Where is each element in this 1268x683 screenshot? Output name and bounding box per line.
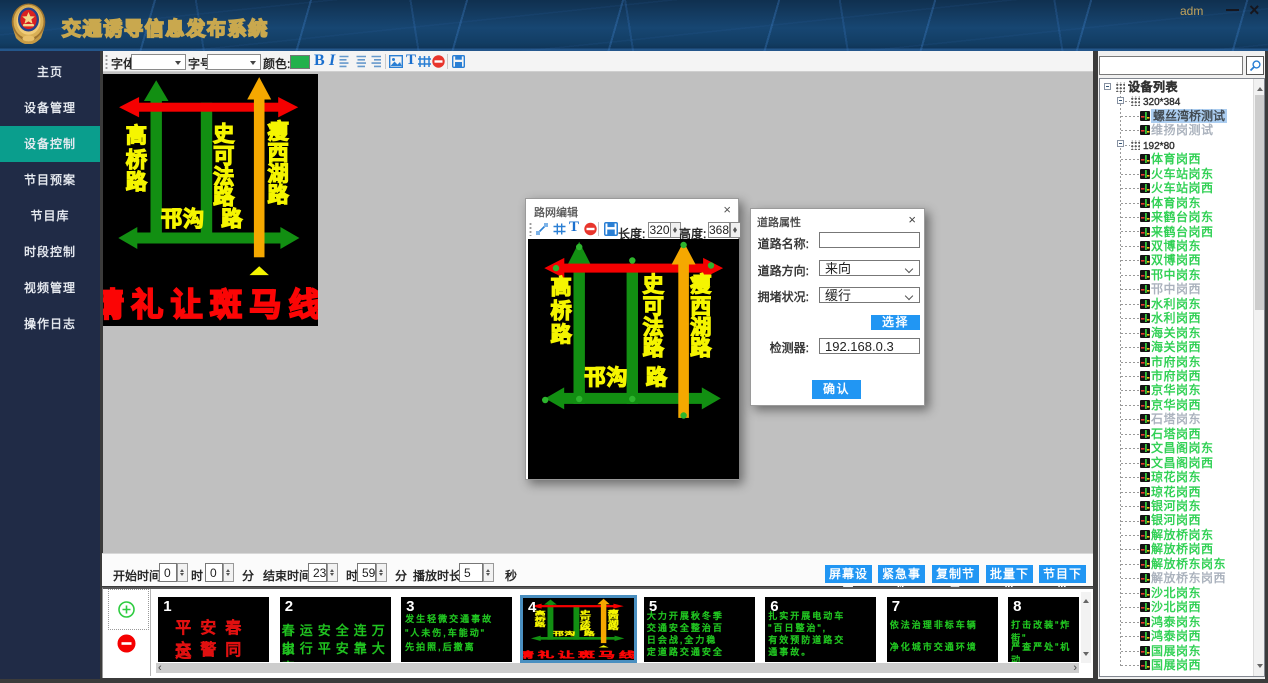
svg-text:高: 高 bbox=[126, 125, 147, 148]
svg-text:邗沟: 邗沟 bbox=[161, 208, 205, 231]
svg-text:路: 路 bbox=[535, 621, 546, 627]
svg-text:邗沟: 邗沟 bbox=[553, 630, 576, 636]
svg-text:西: 西 bbox=[268, 142, 289, 165]
svg-text:西: 西 bbox=[690, 295, 711, 318]
svg-text:路: 路 bbox=[268, 184, 289, 207]
svg-text:路: 路 bbox=[213, 186, 234, 209]
svg-text:路: 路 bbox=[221, 208, 242, 231]
svg-text:史: 史 bbox=[643, 274, 664, 297]
svg-text:路: 路 bbox=[608, 624, 619, 630]
svg-text:邗沟: 邗沟 bbox=[585, 367, 629, 390]
svg-text:瘦: 瘦 bbox=[690, 274, 711, 297]
svg-text:桥: 桥 bbox=[126, 149, 147, 172]
svg-text:史: 史 bbox=[213, 123, 234, 146]
svg-text:路: 路 bbox=[584, 630, 595, 636]
svg-text:路: 路 bbox=[643, 337, 664, 360]
svg-text:路: 路 bbox=[551, 323, 572, 346]
svg-text:高: 高 bbox=[551, 276, 572, 299]
svg-text:湖: 湖 bbox=[268, 163, 289, 186]
svg-text:瘦: 瘦 bbox=[268, 121, 289, 144]
svg-text:桥: 桥 bbox=[551, 300, 572, 323]
svg-text:高: 高 bbox=[535, 609, 546, 615]
svg-text:可: 可 bbox=[213, 145, 234, 168]
svg-text:请礼让斑马线: 请礼让斑马线 bbox=[103, 287, 318, 323]
svg-text:路: 路 bbox=[646, 367, 667, 390]
svg-text:请礼让斑马线: 请礼让斑马线 bbox=[523, 650, 634, 659]
svg-text:可: 可 bbox=[643, 295, 664, 318]
svg-text:路: 路 bbox=[126, 171, 147, 194]
svg-text:路: 路 bbox=[690, 337, 711, 360]
